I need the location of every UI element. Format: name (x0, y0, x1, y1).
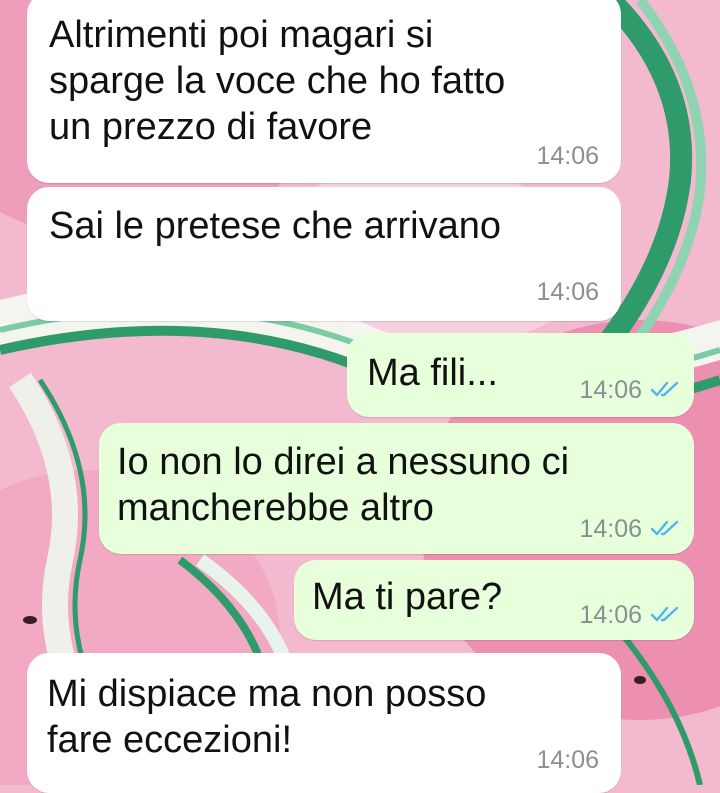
incoming-message-bubble[interactable]: Sai le pretese che arrivano 14:06 (27, 187, 621, 321)
message-timestamp: 14:06 (579, 515, 642, 543)
double-check-icon (650, 515, 680, 544)
message-timestamp: 14:06 (579, 601, 642, 629)
incoming-message-bubble[interactable]: Altrimenti poi magari si sparge la voce … (27, 0, 621, 183)
message-time: 14:06 (579, 601, 680, 630)
double-check-icon (650, 601, 680, 630)
outgoing-message-bubble[interactable]: Io non lo direi a nessuno ci mancherebbe… (99, 423, 694, 554)
outgoing-message-bubble[interactable]: Ma ti pare? 14:06 (294, 560, 694, 640)
message-text: Ma fili... (367, 352, 498, 394)
chat-conversation: Altrimenti poi magari si sparge la voce … (0, 0, 720, 793)
message-time: 14:06 (536, 746, 599, 775)
incoming-message-bubble[interactable]: Mi dispiace ma non posso fare eccezioni!… (27, 653, 621, 793)
message-timestamp: 14:06 (536, 142, 599, 170)
double-check-icon (650, 376, 680, 405)
message-text: Altrimenti poi magari si sparge la voce … (49, 14, 506, 148)
message-text: Sai le pretese che arrivano (49, 205, 502, 247)
message-time: 14:06 (536, 142, 599, 171)
message-timestamp: 14:06 (536, 746, 599, 774)
message-time: 14:06 (579, 515, 680, 544)
message-time: 14:06 (536, 278, 599, 307)
message-text: Ma ti pare? (312, 576, 503, 618)
outgoing-message-bubble[interactable]: Ma fili... 14:06 (347, 333, 694, 417)
message-text: Io non lo direi a nessuno ci mancherebbe… (117, 441, 570, 529)
message-timestamp: 14:06 (536, 278, 599, 306)
message-timestamp: 14:06 (579, 376, 642, 404)
message-text: Mi dispiace ma non posso fare eccezioni! (47, 673, 487, 761)
message-time: 14:06 (579, 376, 680, 405)
